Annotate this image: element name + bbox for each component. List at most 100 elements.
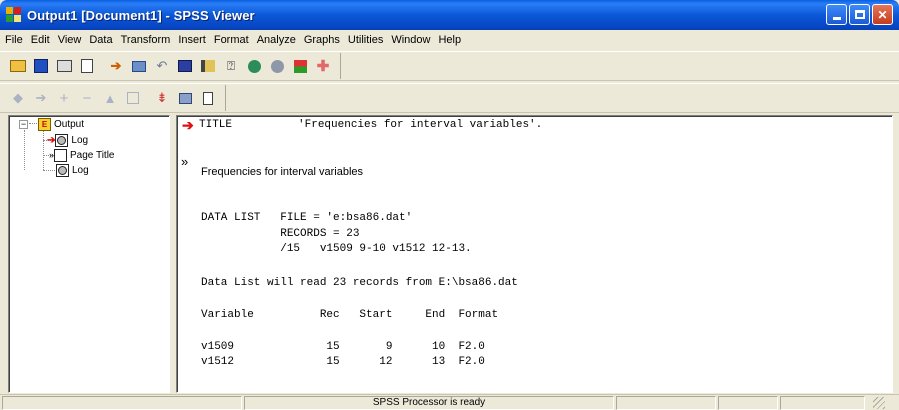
tree-node-log-2[interactable]: Log <box>56 163 89 177</box>
tree-node-output[interactable]: − E Output <box>19 117 84 131</box>
outline-pane[interactable]: − E Output ➔ Log » Page Title Log <box>8 115 170 393</box>
demote-icon: ➔ <box>35 90 47 105</box>
use-sets-button[interactable]: ⍰ <box>221 56 241 76</box>
tree-label-output: Output <box>54 118 85 130</box>
demote-button[interactable]: ➔ <box>31 88 51 108</box>
table-row: v1512 15 12 13 F2.0 <box>201 356 485 368</box>
hide-button[interactable] <box>123 88 143 108</box>
chart-button[interactable] <box>244 56 264 76</box>
chart-icon <box>247 59 261 73</box>
resize-grip-icon[interactable] <box>873 396 885 409</box>
page-title-text[interactable]: Frequencies for interval variables <box>201 166 363 178</box>
data-list-line[interactable]: /15 v1509 9-10 v1512 12-13. <box>201 243 471 255</box>
status-pane-5 <box>780 395 865 410</box>
promote-button[interactable]: ◆ <box>8 88 28 108</box>
goto-data-button[interactable] <box>175 56 195 76</box>
print-icon <box>56 60 72 72</box>
print-preview-button[interactable] <box>77 56 97 76</box>
status-pane-4 <box>718 395 778 410</box>
dialog-recall-icon <box>132 60 146 72</box>
expand-icon: + <box>59 89 69 107</box>
menu-analyze[interactable]: Analyze <box>257 34 296 46</box>
log-icon <box>56 163 69 177</box>
close-icon: ✕ <box>877 7 888 22</box>
save-button[interactable] <box>31 56 51 76</box>
spss-data-button[interactable] <box>290 56 310 76</box>
show-button[interactable]: ▲ <box>100 88 120 108</box>
status-pane-left <box>2 395 242 410</box>
output-book-icon: E <box>38 117 51 131</box>
export-button[interactable]: ➔ <box>106 56 126 76</box>
insert-text-icon <box>203 91 213 105</box>
menu-format[interactable]: Format <box>214 34 249 46</box>
menu-view[interactable]: View <box>58 34 82 46</box>
minimize-icon <box>832 17 841 20</box>
minimize-button[interactable] <box>826 4 847 25</box>
page-title-marker: » <box>181 154 189 169</box>
tree-label-page-title: Page Title <box>70 149 115 161</box>
close-button[interactable]: ✕ <box>872 4 893 25</box>
collapse-button[interactable]: − <box>77 88 97 108</box>
tree-node-log-1[interactable]: ➔ Log <box>47 133 88 147</box>
pie-icon <box>270 59 284 73</box>
collapse-icon: − <box>82 89 92 107</box>
variables-icon <box>201 60 215 72</box>
data-list-line[interactable]: DATA LIST FILE = 'e:bsa86.dat' <box>201 212 412 224</box>
title-bar: Output1 [Document1] - SPSS Viewer ✕ <box>0 0 899 30</box>
menu-transform[interactable]: Transform <box>121 34 171 46</box>
menu-edit[interactable]: Edit <box>31 34 50 46</box>
dialog-recall-button[interactable] <box>129 56 149 76</box>
menu-file[interactable]: File <box>5 34 23 46</box>
tree-label-log: Log <box>71 134 89 146</box>
insert-heading-button[interactable]: ⇟ <box>152 88 172 108</box>
tree-node-page-title[interactable]: » Page Title <box>49 148 115 162</box>
goto-data-icon <box>178 60 192 72</box>
show-icon: ▲ <box>103 90 117 106</box>
pie-button[interactable] <box>267 56 287 76</box>
designate-window-icon: ✚ <box>316 58 330 75</box>
maximize-button[interactable] <box>849 4 870 25</box>
status-bar: SPSS Processor is ready <box>0 394 899 410</box>
designate-window-button[interactable]: ✚ <box>313 56 333 76</box>
status-pane-3 <box>616 395 716 410</box>
read-message[interactable]: Data List will read 23 records from E:\b… <box>201 277 518 289</box>
title-command: TITLE 'Frequencies for interval variable… <box>199 119 543 131</box>
menu-data[interactable]: Data <box>89 34 112 46</box>
log-icon <box>55 133 69 147</box>
spss-data-icon <box>293 59 307 73</box>
collapse-toggle-icon[interactable]: − <box>19 119 28 129</box>
menu-graphs[interactable]: Graphs <box>304 34 340 46</box>
menu-insert[interactable]: Insert <box>178 34 206 46</box>
window-title: Output1 [Document1] - SPSS Viewer <box>27 7 255 23</box>
hide-icon <box>127 92 139 104</box>
spss-app-icon[interactable] <box>6 7 22 23</box>
output-pane[interactable]: ➔ TITLE 'Frequencies for interval variab… <box>176 115 893 393</box>
viewer-content: − E Output ➔ Log » Page Title Log ➔ TITL… <box>8 115 893 393</box>
insert-title-icon <box>178 92 192 104</box>
menu-window[interactable]: Window <box>391 34 430 46</box>
table-row: v1509 15 9 10 F2.0 <box>201 341 485 353</box>
table-header: Variable Rec Start End Format <box>201 309 499 321</box>
menu-help[interactable]: Help <box>438 34 461 46</box>
menu-bar: File Edit View Data Transform Insert For… <box>0 30 899 50</box>
insert-text-button[interactable] <box>198 88 218 108</box>
current-item-arrow-icon: ➔ <box>182 117 194 133</box>
print-button[interactable] <box>54 56 74 76</box>
insert-title-button[interactable] <box>175 88 195 108</box>
expand-button[interactable]: + <box>54 88 74 108</box>
variables-button[interactable] <box>198 56 218 76</box>
status-text: SPSS Processor is ready <box>244 395 614 410</box>
open-button[interactable] <box>8 56 28 76</box>
menu-utilities[interactable]: Utilities <box>348 34 383 46</box>
promote-icon: ◆ <box>13 90 23 105</box>
use-sets-icon: ⍰ <box>227 58 235 73</box>
maximize-icon <box>854 10 865 19</box>
outline-toolbar: ◆ ➔ + − ▲ ⇟ <box>0 83 899 113</box>
save-icon <box>34 59 48 73</box>
insert-heading-icon: ⇟ <box>156 90 168 105</box>
undo-button[interactable]: ↶ <box>152 56 172 76</box>
standard-toolbar: ➔ ↶ ⍰ ✚ <box>0 51 899 81</box>
print-preview-icon <box>81 59 93 73</box>
tree-label-log: Log <box>72 164 89 176</box>
data-list-line[interactable]: RECORDS = 23 <box>201 228 359 240</box>
